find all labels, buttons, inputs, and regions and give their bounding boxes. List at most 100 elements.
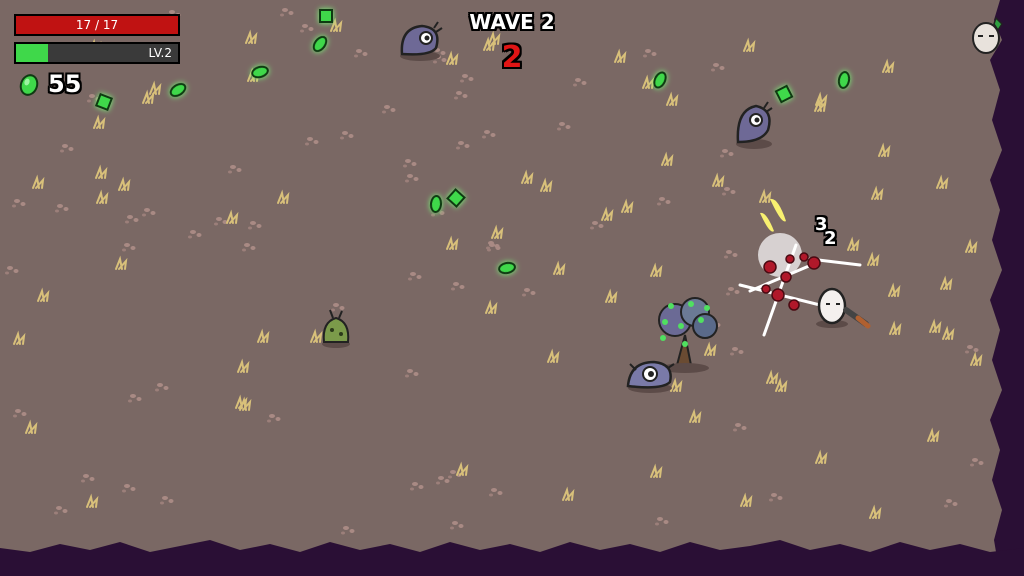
pebble-cluster [55,204,69,213]
grass-tuft [485,299,498,314]
pebble-cluster [944,499,958,508]
grass-tuft [446,235,459,250]
grass-tuft [553,260,566,275]
pebble-cluster [242,243,256,252]
grass-tuft [605,288,618,303]
grass-tuft [621,198,634,213]
grass-tuft [670,377,683,392]
pebble-cluster [655,517,669,526]
pebble-cluster [724,250,738,259]
pebble-cluster [726,287,740,296]
green-material-icon [19,74,39,96]
pebble-cluster [456,141,470,150]
pebble-cluster [155,383,169,392]
pebble-cluster [122,484,136,493]
egg-character-icon [972,16,1003,54]
grass-tuft [562,486,575,501]
player-potato [816,287,871,329]
grass-tuft [666,91,679,106]
pebble-cluster [522,288,536,297]
pebble-cluster [248,221,262,230]
pebble-cluster [769,493,783,502]
pebble-cluster [460,74,474,83]
pebble-cluster [142,208,156,217]
pebble-cluster [128,394,142,403]
grass-tuft [871,185,884,200]
grass-tuft [775,377,788,392]
green-material-pickup [94,92,114,112]
grass-tuft [86,493,99,508]
pebble-cluster [482,130,496,139]
pebble-cluster [454,91,468,100]
pebble-cluster [405,369,419,378]
pebble-cluster [436,476,450,485]
damage-number: 2 [824,228,837,249]
arena-border-bottom [0,540,1024,576]
grass-tuft [277,189,290,204]
pebble-cluster [331,303,345,312]
grass-tuft [766,369,779,384]
grass-tuft [491,224,504,239]
game-screen: 17 / 17 LV.2 55 WAVE 2 2 3 2 [0,0,1024,576]
grass-tuft [740,492,753,507]
grass-tuft [540,177,553,192]
grass-tuft [118,176,131,191]
green-material-pickup [429,195,443,213]
pebble-cluster [5,266,19,275]
pebble-cluster [733,423,747,432]
purple-slug-enemy [736,101,773,149]
pebble-cluster [970,458,984,467]
grass-tuft [847,236,860,251]
grass-tuft [970,351,983,366]
grass-tuft [93,114,106,129]
ground-decoration [5,8,984,535]
grass-tuft [712,172,725,187]
grass-tuft [867,251,880,266]
wave-title: WAVE 2 [469,10,555,34]
pebble-cluster [451,282,465,291]
grass-tuft [96,189,109,204]
pebble-cluster [590,221,604,230]
pebble-cluster [450,521,464,530]
grass-tuft [704,341,717,356]
grass-tuft [237,358,250,373]
pebble-cluster [341,526,355,535]
pebble-cluster [405,174,419,183]
pebble-cluster [573,78,587,87]
green-material-pickup [774,84,794,104]
grass-tuft [115,255,128,270]
purple-slug-enemy [626,360,675,393]
grass-tuft [226,209,239,224]
green-material-pickup [446,188,466,208]
pebble-cluster [267,414,281,423]
pebble-cluster [730,347,744,356]
grass-tuft [32,174,45,189]
pebble-cluster [160,496,174,505]
grass-tuft [889,320,902,335]
pebble-cluster [214,217,228,226]
grass-tuft [929,318,942,333]
game-arena [0,0,1024,576]
green-material-pickup [498,261,516,275]
grass-tuft [25,419,38,434]
grass-tuft [642,74,655,89]
pebble-cluster [125,215,139,224]
grass-tuft [888,282,901,297]
grass-tuft [815,449,828,464]
pebble-cluster [657,197,671,206]
grass-tuft [650,262,663,277]
grass-tuft [95,164,108,179]
grass-tuft [936,174,949,189]
green-material-pickup [169,83,187,97]
pebble-cluster [965,345,979,354]
grass-tuft [521,169,534,184]
pebble-cluster [13,409,27,418]
pebble-cluster [305,137,319,146]
pebble-cluster [410,482,424,491]
grass-tuft [650,463,663,478]
pebble-cluster [403,159,417,168]
grass-tuft [310,328,323,343]
grass-tuft [759,188,772,203]
grass-tuft [257,328,270,343]
grass-tuft [689,408,702,423]
